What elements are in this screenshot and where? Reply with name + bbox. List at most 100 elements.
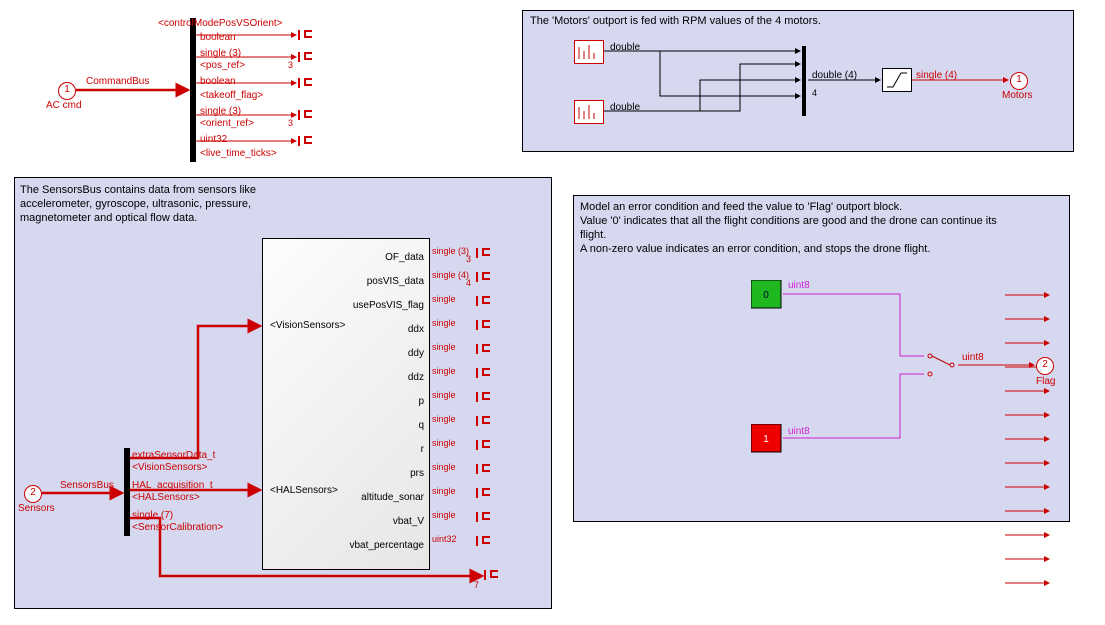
sub-out-q: q: [418, 420, 424, 431]
sub-out-vbat_percentage-term[interactable]: [476, 536, 492, 546]
sub-out-usePosVIS_flag-type: single: [432, 294, 456, 304]
sub-out-usePosVIS_flag: usePosVIS_flag: [353, 300, 424, 311]
sensors-selector[interactable]: [124, 448, 130, 536]
sub-out-ddx-type: single: [432, 318, 456, 328]
flag-note: Model an error condition and feed the va…: [580, 200, 1000, 256]
inport-1-name: AC cmd: [46, 100, 82, 111]
motors-src-2[interactable]: [574, 100, 604, 124]
sub-out-posVIS_data-dim: 4: [466, 278, 471, 288]
sub-out-vbat_V-type: single: [432, 510, 456, 520]
motors-area: [522, 10, 1074, 152]
cmd-i6-sel: <live_time_ticks>: [200, 148, 277, 159]
motors-src-1-type: double: [610, 42, 640, 53]
cmd-i3-sel: <takeoff_flag>: [200, 90, 263, 101]
sub-out-q-term[interactable]: [476, 416, 492, 426]
outport-flag[interactable]: 2: [1036, 357, 1054, 375]
cmd-term-2[interactable]: [298, 78, 314, 88]
saturate-block[interactable]: [882, 68, 912, 92]
sel-i1-sel: <HALSensors>: [132, 492, 200, 503]
sub-out-usePosVIS_flag-term[interactable]: [476, 296, 492, 306]
const-one-type: uint8: [788, 426, 810, 437]
sub-out-prs-type: single: [432, 462, 456, 472]
sub-out-r-term[interactable]: [476, 440, 492, 450]
commandbus-selector[interactable]: [190, 18, 196, 162]
sel-i0-sel: <VisionSensors>: [132, 462, 207, 473]
cmd-term-0[interactable]: [298, 30, 314, 40]
sub-pass-dim: 7: [474, 580, 479, 590]
cmd-i4-dim: 3: [288, 118, 293, 128]
sub-out-altitude_sonar-type: single: [432, 486, 456, 496]
svg-text:0: 0: [763, 290, 769, 301]
cmd-i0-type: boolean: [200, 32, 236, 43]
cmd-i1-dim: 3: [288, 60, 293, 70]
const-zero[interactable]: 0: [751, 280, 781, 308]
sel-i2-sel: <SensorCalibration>: [132, 522, 223, 533]
cmd-i1-sel: <pos_ref>: [200, 60, 245, 71]
sub-out-vbat_percentage-type: uint32: [432, 534, 457, 544]
inport-1-bus: CommandBus: [86, 76, 149, 87]
inport-2-name: Sensors: [18, 503, 55, 514]
cmd-i5-type: uint32: [200, 134, 227, 145]
sub-out-q-type: single: [432, 414, 456, 424]
cmd-term-4[interactable]: [298, 110, 314, 120]
sub-out-altitude_sonar: altitude_sonar: [361, 492, 424, 503]
outport-flag-name: Flag: [1036, 376, 1055, 387]
sub-out-ddz-term[interactable]: [476, 368, 492, 378]
sub-out-p-type: single: [432, 390, 456, 400]
const-zero-type: uint8: [788, 280, 810, 291]
motors-src-2-type: double: [610, 102, 640, 113]
cmd-i4-sel: <orient_ref>: [200, 118, 254, 129]
sub-out-ddx: ddx: [408, 324, 424, 335]
inport-1[interactable]: 1: [58, 82, 76, 100]
sub-out-OF_data: OF_data: [385, 252, 424, 263]
sub-out-r-type: single: [432, 438, 456, 448]
inport-2[interactable]: 2: [24, 485, 42, 503]
motors-src-1[interactable]: [574, 40, 604, 64]
sub-out-posVIS_data-term[interactable]: [476, 272, 492, 282]
sub-in-vision: <VisionSensors>: [270, 320, 345, 331]
sel-i2-type: single (7): [132, 510, 173, 521]
sub-out-posVIS_data-type: single (4): [432, 270, 469, 280]
motors-mux[interactable]: [802, 46, 806, 116]
sub-out-vbat_percentage: vbat_percentage: [349, 540, 424, 551]
sub-out-p: p: [418, 396, 424, 407]
cmd-i2-type: boolean: [200, 76, 236, 87]
motors-mux-out: double (4): [812, 70, 857, 81]
outport-motors-name: Motors: [1002, 90, 1033, 101]
switch-out-type: uint8: [962, 352, 984, 363]
sub-out-ddz: ddz: [408, 372, 424, 383]
sel-i0-type: extraSensorData_t: [132, 450, 215, 461]
outport-motors[interactable]: 1: [1010, 72, 1028, 90]
const-one[interactable]: 1: [751, 424, 781, 452]
sub-out-vbat_V: vbat_V: [393, 516, 424, 527]
sub-out-ddy: ddy: [408, 348, 424, 359]
sensors-note: The SensorsBus contains data from sensor…: [20, 183, 320, 225]
sub-out-altitude_sonar-term[interactable]: [476, 488, 492, 498]
sub-out-posVIS_data: posVIS_data: [367, 276, 424, 287]
cmd-i1-type: single (3): [200, 48, 241, 59]
sub-out-ddy-type: single: [432, 342, 456, 352]
motors-mux-dim: 4: [812, 88, 817, 98]
sub-out-OF_data-term[interactable]: [476, 248, 492, 258]
sub-out-vbat_V-term[interactable]: [476, 512, 492, 522]
sub-out-r: r: [421, 444, 424, 455]
cmd-term-1[interactable]: [298, 52, 314, 62]
sub-out-OF_data-type: single (3): [432, 246, 469, 256]
sub-out-ddy-term[interactable]: [476, 344, 492, 354]
sub-out-ddx-term[interactable]: [476, 320, 492, 330]
cmd-header: <controlModePosVSOrient>: [158, 18, 283, 29]
sub-out-ddz-type: single: [432, 366, 456, 376]
sub-in-hal: <HALSensors>: [270, 485, 338, 496]
motors-sat-out: single (4): [916, 70, 957, 81]
sub-out-OF_data-dim: 3: [466, 254, 471, 264]
sub-out-prs-term[interactable]: [476, 464, 492, 474]
cmd-term-5[interactable]: [298, 136, 314, 146]
inport-2-bus: SensorsBus: [60, 480, 114, 491]
motors-note: The 'Motors' outport is fed with RPM val…: [530, 14, 821, 28]
cmd-i4-type: single (3): [200, 106, 241, 117]
sel-i1-type: HAL_acquisition_t: [132, 480, 213, 491]
sub-pass-term[interactable]: [484, 570, 500, 580]
sub-out-prs: prs: [410, 468, 424, 479]
manual-switch[interactable]: [926, 350, 956, 380]
sub-out-p-term[interactable]: [476, 392, 492, 402]
